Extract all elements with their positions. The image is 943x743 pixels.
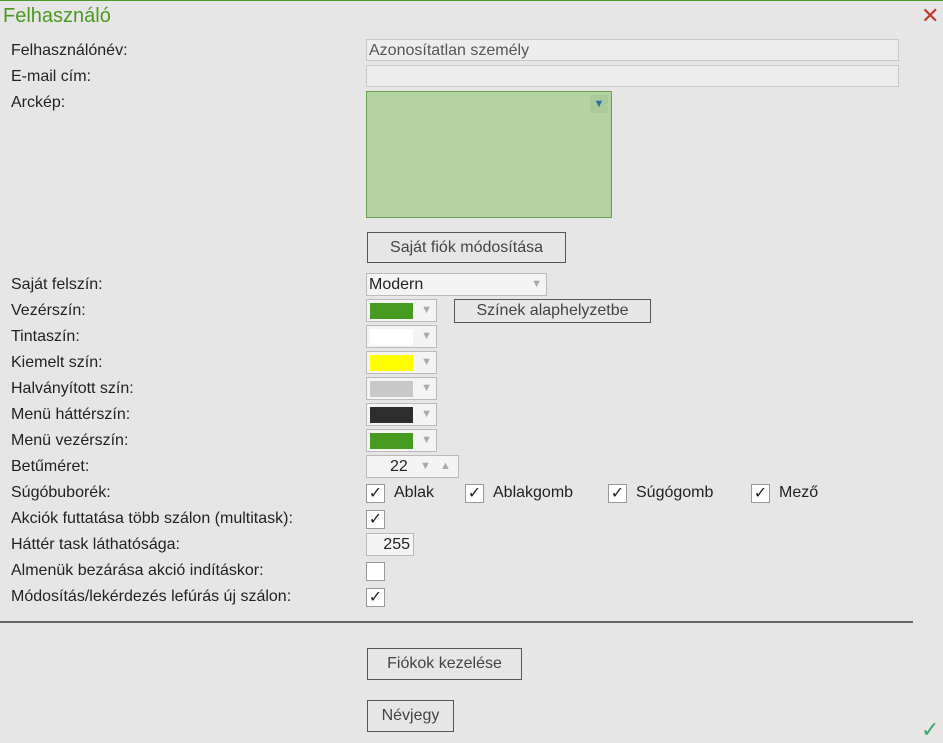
- color-swatch: [370, 329, 413, 345]
- skin-select[interactable]: Modern ▼: [366, 273, 547, 296]
- color-swatch: [370, 407, 413, 423]
- chevron-down-icon: ▼: [421, 382, 432, 394]
- photo-label: Arckép:: [11, 94, 66, 111]
- chevron-down-icon[interactable]: ▼: [590, 95, 608, 113]
- color-swatch: [370, 381, 413, 397]
- multitask-checkbox[interactable]: ✓: [366, 510, 385, 529]
- edit-account-button[interactable]: Saját fiók módosítása: [367, 232, 566, 263]
- check-icon[interactable]: ✓: [921, 717, 939, 743]
- color-swatch: [370, 355, 413, 371]
- increment-icon[interactable]: ▲: [440, 460, 451, 472]
- new-thread-checkbox[interactable]: ✓: [366, 588, 385, 607]
- checkbox-ablakgomb[interactable]: ✓: [465, 484, 484, 503]
- color-picker[interactable]: ▼: [366, 299, 437, 322]
- color-label: Vezérszín:: [11, 302, 86, 319]
- color-picker[interactable]: ▼: [366, 403, 437, 426]
- color-label: Halványított szín:: [11, 380, 134, 397]
- font-size-value: 22: [390, 458, 408, 475]
- color-picker[interactable]: ▼: [366, 325, 437, 348]
- chevron-down-icon: ▼: [421, 356, 432, 368]
- color-picker[interactable]: ▼: [366, 351, 437, 374]
- color-label: Tintaszín:: [11, 328, 80, 345]
- tooltips-label: Súgóbuborék:: [11, 484, 111, 501]
- skin-value: Modern: [369, 276, 424, 293]
- color-swatch: [370, 433, 413, 449]
- bg-task-value: 255: [383, 536, 410, 553]
- chevron-down-icon: ▼: [421, 408, 432, 420]
- top-border: [0, 0, 943, 1]
- checkbox-label: Ablak: [394, 484, 435, 501]
- chevron-down-icon: ▼: [421, 434, 432, 446]
- checkbox-ablak[interactable]: ✓: [366, 484, 385, 503]
- close-submenus-checkbox[interactable]: [366, 562, 385, 581]
- decrement-icon[interactable]: ▼: [420, 460, 431, 472]
- color-swatch: [370, 303, 413, 319]
- chevron-down-icon: ▼: [421, 330, 432, 342]
- chevron-down-icon: ▼: [421, 304, 432, 316]
- chevron-down-icon: ▼: [531, 278, 542, 290]
- manage-accounts-button[interactable]: Fiókok kezelése: [367, 648, 522, 680]
- bg-task-input[interactable]: 255: [366, 533, 414, 556]
- color-label: Menü vezérszín:: [11, 432, 129, 449]
- checkbox-label: Ablakgomb: [493, 484, 574, 501]
- color-label: Kiemelt szín:: [11, 354, 103, 371]
- username-label: Felhasználónév:: [11, 42, 128, 59]
- checkbox-label: Súgógomb: [636, 484, 714, 501]
- about-button[interactable]: Névjegy: [367, 700, 454, 732]
- font-size-stepper[interactable]: 22 ▼ ▲: [366, 455, 459, 478]
- close-submenus-label: Almenük bezárása akció indításkor:: [11, 562, 264, 579]
- font-size-label: Betűméret:: [11, 458, 90, 475]
- multitask-label: Akciók futtatása több szálon (multitask)…: [11, 510, 293, 527]
- skin-label: Saját felszín:: [11, 276, 103, 293]
- color-label: Menü háttérszín:: [11, 406, 131, 423]
- new-thread-label: Módosítás/lekérdezés lefúrás új szálon:: [11, 588, 292, 605]
- checkbox-label: Mező: [779, 484, 819, 501]
- color-picker[interactable]: ▼: [366, 377, 437, 400]
- reset-colors-button[interactable]: Színek alaphelyzetbe: [454, 299, 651, 323]
- username-field[interactable]: Azonosítatlan személy: [366, 39, 899, 61]
- bg-task-label: Háttér task láthatósága:: [11, 536, 180, 553]
- checkbox-sugogomb[interactable]: ✓: [608, 484, 627, 503]
- close-icon[interactable]: ✕: [921, 3, 939, 29]
- color-picker[interactable]: ▼: [366, 429, 437, 452]
- email-field[interactable]: [366, 65, 899, 87]
- email-label: E-mail cím:: [11, 68, 91, 85]
- checkbox-mezo[interactable]: ✓: [751, 484, 770, 503]
- photo-picker[interactable]: ▼: [366, 91, 612, 218]
- dialog-title: Felhasználó: [3, 5, 111, 27]
- divider: [0, 621, 913, 623]
